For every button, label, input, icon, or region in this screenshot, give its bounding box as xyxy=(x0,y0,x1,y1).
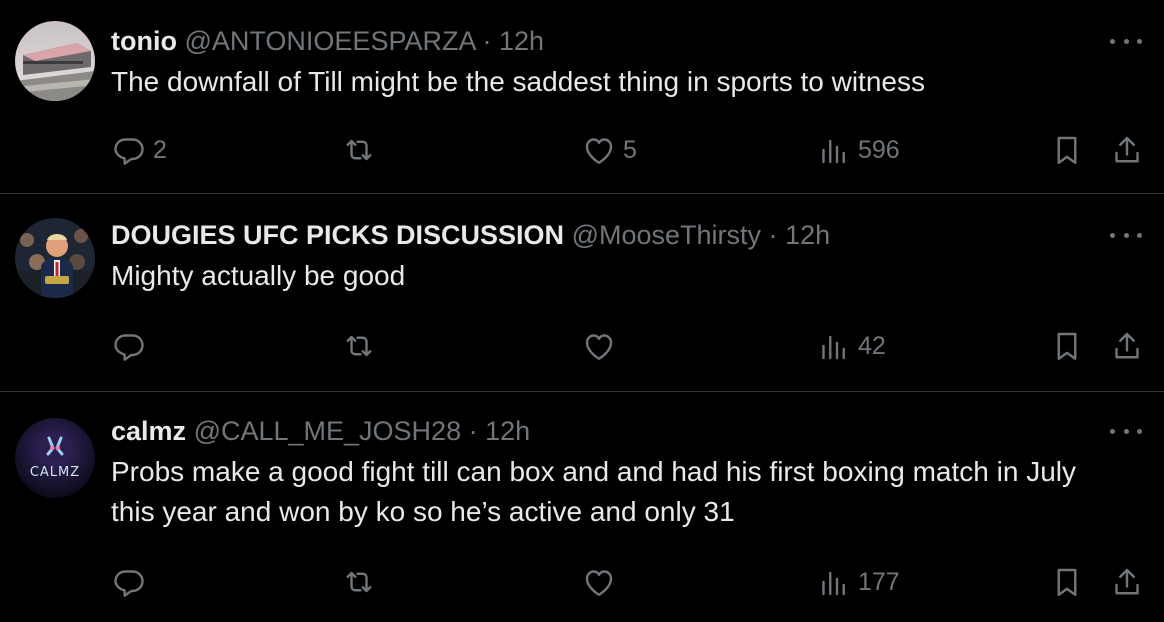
user-handle[interactable]: @CALL_ME_JOSH28 xyxy=(194,416,462,446)
more-options-icon[interactable] xyxy=(1110,426,1142,436)
retweet-icon xyxy=(346,139,372,161)
display-name[interactable]: DOUGIES UFC PICKS DISCUSSION xyxy=(111,220,564,250)
bookmark-icon xyxy=(1057,136,1077,164)
heart-icon xyxy=(585,570,613,596)
tweet-content: DOUGIES UFC PICKS DISCUSSION @MooseThirs… xyxy=(111,218,1124,296)
reply-button[interactable] xyxy=(111,562,153,602)
reply-button[interactable] xyxy=(111,326,153,366)
tweet-header: tonio @ANTONIOEESPARZA · 12h xyxy=(111,24,1124,58)
views-bar-chart-icon xyxy=(822,335,845,360)
like-button[interactable] xyxy=(581,326,623,366)
separator-dot: · xyxy=(768,220,778,250)
tweet[interactable]: DOUGIES UFC PICKS DISCUSSION @MooseThirs… xyxy=(0,194,1164,392)
user-handle[interactable]: @MooseThirsty xyxy=(572,220,761,250)
tweet[interactable]: tonio @ANTONIOEESPARZA · 12h The downfal… xyxy=(0,0,1164,194)
reply-icon xyxy=(114,570,144,597)
bookmark-button[interactable] xyxy=(1049,130,1085,170)
tweet-text: Probs make a good fight till can box and… xyxy=(111,456,1084,527)
views-bar-chart-icon xyxy=(822,139,845,164)
retweet-button[interactable] xyxy=(341,562,383,602)
more-options-icon[interactable] xyxy=(1110,230,1142,240)
views-button[interactable]: 42 xyxy=(816,326,886,366)
tweet-content: calmz @CALL_ME_JOSH28 · 12h Probs make a… xyxy=(111,414,1124,532)
bookmark-icon xyxy=(1057,332,1077,360)
retweet-icon xyxy=(346,335,372,357)
bookmark-button[interactable] xyxy=(1049,562,1085,602)
view-count: 42 xyxy=(858,331,886,360)
avatar[interactable] xyxy=(15,21,95,101)
views-button[interactable]: 177 xyxy=(816,562,900,602)
like-button[interactable] xyxy=(581,562,623,602)
like-count: 5 xyxy=(623,135,637,164)
tweet-text: The downfall of Till might be the saddes… xyxy=(111,66,925,97)
share-icon xyxy=(1115,332,1139,359)
reply-feed: tonio @ANTONIOEESPARZA · 12h The downfal… xyxy=(0,0,1164,622)
tweet-actions: 42 xyxy=(111,326,1146,366)
heart-icon xyxy=(585,334,613,360)
display-name[interactable]: tonio xyxy=(111,26,177,56)
tweet-header: calmz @CALL_ME_JOSH28 · 12h xyxy=(111,414,1124,448)
tweet-header: DOUGIES UFC PICKS DISCUSSION @MooseThirs… xyxy=(111,218,1124,252)
views-button[interactable]: 596 xyxy=(816,130,900,170)
reply-icon xyxy=(114,334,144,361)
share-button[interactable] xyxy=(1109,562,1145,602)
calmz-logo-text: CALMZ xyxy=(30,465,80,480)
reply-icon xyxy=(114,138,144,165)
tweet-content: tonio @ANTONIOEESPARZA · 12h The downfal… xyxy=(111,24,1124,102)
like-button[interactable]: 5 xyxy=(581,130,637,170)
display-name[interactable]: calmz xyxy=(111,416,186,446)
timestamp[interactable]: 12h xyxy=(485,416,530,446)
share-button[interactable] xyxy=(1109,130,1145,170)
crowd-photo-avatar-icon xyxy=(15,218,95,298)
retweet-button[interactable] xyxy=(341,326,383,366)
share-button[interactable] xyxy=(1109,326,1145,366)
view-count: 596 xyxy=(858,135,900,164)
view-count: 177 xyxy=(858,567,900,596)
user-handle[interactable]: @ANTONIOEESPARZA xyxy=(185,26,475,56)
share-icon xyxy=(1115,136,1139,163)
separator-dot: · xyxy=(482,26,492,56)
tweet-actions: 177 xyxy=(111,562,1146,602)
retweet-icon xyxy=(346,571,372,593)
heart-icon xyxy=(585,138,613,164)
bookmark-icon xyxy=(1057,568,1077,596)
retweet-button[interactable] xyxy=(341,130,383,170)
calmz-logo-avatar-icon: CALMZ xyxy=(15,418,95,498)
timestamp[interactable]: 12h xyxy=(785,220,830,250)
bookmark-button[interactable] xyxy=(1049,326,1085,366)
reply-count: 2 xyxy=(153,135,167,164)
tweet-actions: 2 5 596 xyxy=(111,130,1146,170)
tweet-text: Mighty actually be good xyxy=(111,260,406,291)
building-photo-avatar-icon xyxy=(15,21,95,101)
timestamp[interactable]: 12h xyxy=(499,26,544,56)
avatar[interactable]: CALMZ xyxy=(15,418,95,498)
reply-button[interactable]: 2 xyxy=(111,130,167,170)
views-bar-chart-icon xyxy=(822,571,845,596)
separator-dot: · xyxy=(468,416,478,446)
avatar[interactable] xyxy=(15,218,95,298)
tweet[interactable]: CALMZ calmz @CALL_ME_JOSH28 · 12h Probs … xyxy=(0,392,1164,622)
share-icon xyxy=(1115,568,1139,595)
more-options-icon[interactable] xyxy=(1110,36,1142,46)
